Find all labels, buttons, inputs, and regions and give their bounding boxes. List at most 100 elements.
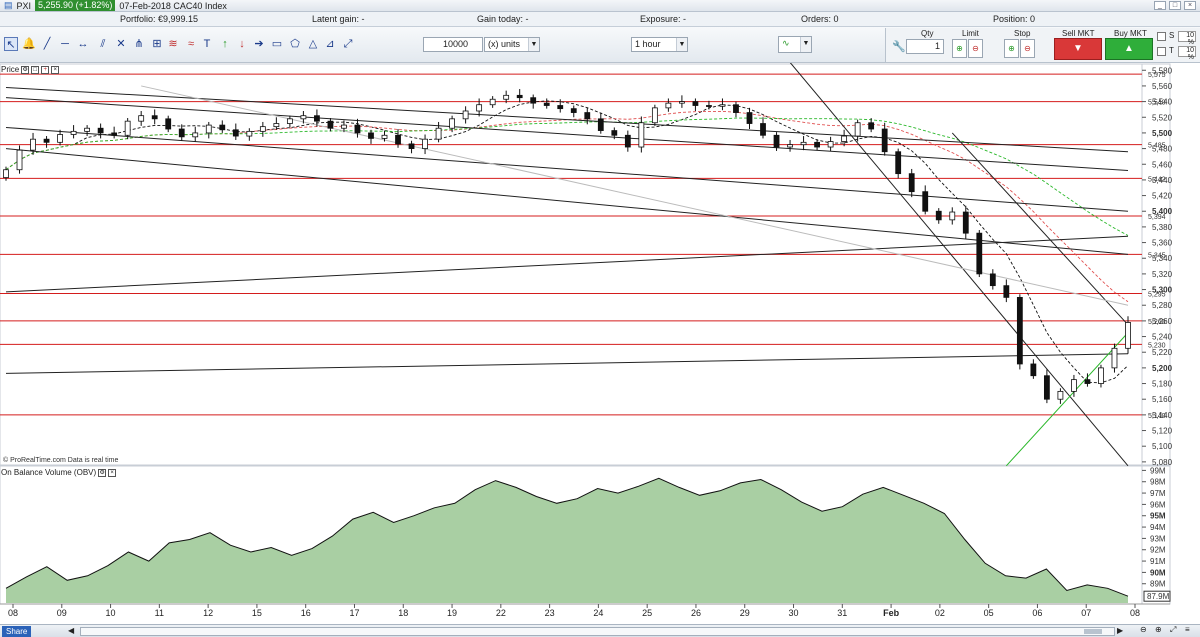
candle-body: [354, 124, 361, 134]
triangle-icon[interactable]: △: [306, 37, 320, 51]
alert-bell-icon[interactable]: 🔔: [22, 37, 36, 51]
exposure: Exposure: -: [640, 14, 687, 24]
t-percent-field[interactable]: 10 %: [1178, 46, 1196, 61]
add-indicator-icon[interactable]: +: [41, 65, 50, 74]
time-scrollbar[interactable]: [80, 627, 1115, 636]
candle-body: [489, 98, 496, 106]
wrench-icon[interactable]: ⚙: [98, 468, 107, 477]
limit-sell-button[interactable]: ⊖: [968, 39, 983, 58]
timeframe-select[interactable]: 1 hour ▼: [631, 37, 688, 52]
candle-body: [178, 128, 185, 138]
time-tick-label: 30: [789, 608, 799, 618]
candle-body: [1030, 363, 1037, 377]
sell-market-button[interactable]: ▼: [1054, 38, 1102, 60]
zoom-out-icon[interactable]: ⊖: [1140, 625, 1147, 634]
close-panel-icon[interactable]: ×: [51, 65, 60, 74]
sell-label: Sell MKT: [1062, 29, 1095, 38]
close-panel-icon[interactable]: ×: [108, 468, 117, 477]
wrench-icon[interactable]: ⚙: [21, 65, 30, 74]
stop-label: Stop: [1014, 29, 1031, 38]
close-icon[interactable]: ×: [1184, 1, 1196, 10]
wrench-icon[interactable]: 🔧: [892, 40, 906, 53]
channel-icon[interactable]: ⫽: [96, 37, 110, 51]
candle-body: [760, 123, 766, 136]
up-arrow-icon[interactable]: ↑: [218, 37, 232, 51]
candle-body: [638, 122, 645, 148]
share-button[interactable]: Share: [2, 625, 32, 637]
units-select[interactable]: (x) units ▼: [484, 37, 540, 52]
indicators-button[interactable]: ∿ ▼: [778, 36, 812, 53]
segment-icon[interactable]: ↔: [76, 37, 90, 51]
level-label: 5,485: [1148, 143, 1166, 150]
level-label: 5,230: [1148, 342, 1166, 349]
candle-body: [300, 115, 307, 120]
obv-tick-label: 90M: [1150, 568, 1166, 577]
parallel-lines-icon[interactable]: ✕: [114, 37, 128, 51]
pitchfork-icon[interactable]: ⋔: [132, 37, 146, 51]
candle-body: [854, 122, 861, 137]
price-tick-label: 5,200: [1152, 364, 1173, 373]
candle-body: [246, 130, 253, 137]
candle-body: [124, 120, 131, 136]
time-tick-label: 24: [593, 608, 603, 618]
t-checkbox[interactable]: [1157, 47, 1166, 56]
settings-icon[interactable]: ≡: [1185, 625, 1190, 634]
candle-body: [232, 129, 239, 137]
stop-sell-button[interactable]: ⊖: [1020, 39, 1035, 58]
fit-icon[interactable]: ⤢: [1170, 625, 1176, 635]
obv-tick-label: 89M: [1150, 580, 1166, 589]
candle-body: [408, 143, 415, 149]
t-pct-sign: %: [1187, 54, 1194, 61]
down-arrow-icon[interactable]: ↓: [235, 37, 249, 51]
minimize-icon[interactable]: _: [1154, 1, 1166, 10]
candle-body: [679, 101, 685, 104]
candle-body: [922, 191, 929, 212]
candle-body: [868, 122, 875, 130]
gann-icon[interactable]: ⊞: [150, 37, 164, 51]
scroll-right-icon[interactable]: ▶: [1117, 626, 1123, 635]
candle-body: [773, 134, 780, 148]
quantity-input[interactable]: 10000: [423, 37, 483, 52]
stop-buy-button[interactable]: ⊕: [1004, 39, 1019, 58]
chart-svg[interactable]: 5,0805,1005,1205,1405,1605,1805,2005,220…: [0, 62, 1200, 624]
text-tool-icon[interactable]: T: [200, 37, 214, 51]
candle-body: [1098, 367, 1104, 384]
candle-body: [814, 141, 820, 148]
buy-market-button[interactable]: ▲: [1105, 38, 1153, 60]
right-arrow-icon[interactable]: ➔: [252, 37, 266, 51]
polygon-icon[interactable]: ⬠: [288, 37, 302, 51]
fib-fan-icon[interactable]: ≈: [184, 37, 198, 51]
maximize-panel-icon[interactable]: □: [31, 65, 40, 74]
zoom-in-icon[interactable]: ⊕: [1155, 625, 1162, 634]
s-checkbox[interactable]: [1157, 32, 1166, 41]
s-label: S: [1169, 31, 1175, 40]
candle-body: [746, 112, 753, 124]
scroll-thumb[interactable]: [1084, 629, 1102, 634]
candle-body: [286, 118, 293, 124]
candle-body: [422, 138, 428, 149]
rectangle-icon[interactable]: ▭: [270, 37, 284, 51]
scroll-left-icon[interactable]: ◀: [68, 626, 74, 635]
measure-icon[interactable]: ⊿: [323, 37, 337, 51]
horizontal-line-icon[interactable]: ─: [58, 37, 72, 51]
pointer-icon[interactable]: ↖: [4, 37, 18, 51]
sell-icon: ▼: [1073, 43, 1083, 54]
candle-body: [476, 104, 483, 112]
candle-body: [1043, 375, 1050, 400]
candle-body: [1003, 285, 1010, 298]
qty-input[interactable]: 1: [906, 39, 944, 54]
candle-body: [165, 118, 172, 130]
time-tick-label: 23: [545, 608, 555, 618]
limit-buy-button[interactable]: ⊕: [952, 39, 967, 58]
level-label: 5,140: [1148, 413, 1166, 420]
chart-icon: ▤: [4, 0, 13, 10]
line-tool-icon[interactable]: ⤢: [341, 37, 355, 51]
level-label: 5,260: [1148, 319, 1166, 326]
s-percent-field[interactable]: 10 %: [1178, 31, 1196, 46]
fibonacci-icon[interactable]: ≋: [166, 37, 180, 51]
maximize-icon[interactable]: □: [1169, 1, 1181, 10]
trendline-icon[interactable]: ╱: [40, 37, 54, 51]
latent-gain: Latent gain: -: [312, 14, 365, 24]
chevron-down-icon: ▼: [676, 38, 687, 51]
time-tick-label: Feb: [883, 608, 900, 618]
